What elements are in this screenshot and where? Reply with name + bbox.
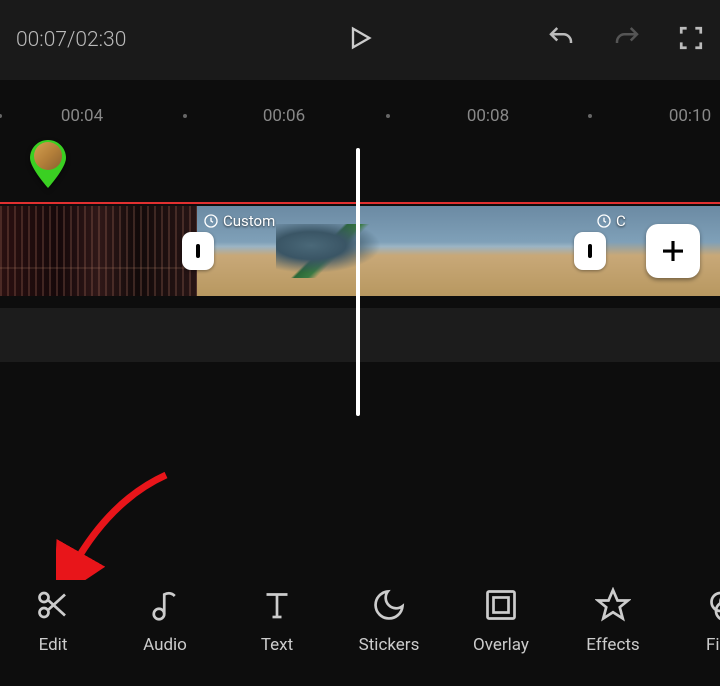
- ruler-tick[interactable]: 00:08: [467, 106, 509, 126]
- text-tool[interactable]: Text: [246, 587, 308, 655]
- selection-line: [0, 202, 720, 204]
- ruler-dot: [0, 114, 2, 118]
- tool-label: Audio: [143, 635, 187, 655]
- tool-label: Text: [261, 635, 293, 655]
- bottom-toolbar: Edit Audio Text Stickers Overlay Effects…: [0, 556, 720, 686]
- undo-button[interactable]: [546, 23, 576, 57]
- timecode: 00:07/02:30: [16, 28, 126, 52]
- effects-tool[interactable]: Effects: [582, 587, 644, 655]
- tool-label: Effects: [586, 635, 639, 655]
- handle-icon: [585, 242, 595, 260]
- clip-1[interactable]: [0, 206, 197, 296]
- clock-icon: [203, 213, 219, 229]
- scissors-icon: [35, 587, 71, 623]
- clock-icon: [596, 213, 612, 229]
- handle-icon: [193, 242, 203, 260]
- clip-tag-label: Custom: [223, 212, 275, 230]
- add-clip-button[interactable]: [646, 224, 700, 278]
- transition-handle-1[interactable]: [182, 232, 214, 270]
- clip-tag: C: [596, 212, 626, 230]
- clip-tag-label: C: [616, 212, 626, 230]
- clip-tag: Custom: [203, 212, 275, 230]
- ruler-tick[interactable]: 00:06: [263, 106, 305, 126]
- redo-icon: [612, 23, 642, 53]
- edit-tool[interactable]: Edit: [22, 587, 84, 655]
- ruler-dot: [386, 114, 390, 118]
- audio-track[interactable]: [0, 308, 720, 362]
- playhead[interactable]: [356, 148, 360, 416]
- overlay-tool[interactable]: Overlay: [470, 587, 532, 655]
- marker-pin[interactable]: [28, 138, 68, 192]
- tool-label: Edit: [39, 635, 68, 655]
- clip-2[interactable]: Custom: [197, 206, 590, 296]
- tool-label: Filter: [706, 635, 720, 655]
- text-icon: [259, 587, 295, 623]
- music-note-icon: [147, 587, 183, 623]
- overlay-icon: [483, 587, 519, 623]
- transition-handle-2[interactable]: [574, 232, 606, 270]
- stickers-icon: [371, 587, 407, 623]
- video-track[interactable]: Custom C: [0, 206, 720, 296]
- redo-button: [612, 23, 642, 57]
- effects-icon: [595, 587, 631, 623]
- ruler-tick[interactable]: 00:10: [669, 106, 711, 126]
- tool-label: Stickers: [359, 635, 420, 655]
- filters-icon: [707, 587, 720, 623]
- stickers-tool[interactable]: Stickers: [358, 587, 420, 655]
- tool-label: Overlay: [473, 635, 529, 655]
- top-right-controls: [546, 23, 704, 57]
- ruler-dot: [183, 114, 187, 118]
- marker-thumbnail: [34, 142, 62, 170]
- fullscreen-icon: [678, 25, 704, 51]
- ruler-tick[interactable]: 00:04: [61, 106, 103, 126]
- play-icon: [346, 24, 374, 52]
- filters-tool[interactable]: Filter: [694, 587, 720, 655]
- time-ruler[interactable]: 00:04 00:06 00:08 00:10: [0, 88, 720, 138]
- play-button[interactable]: [346, 24, 374, 56]
- top-bar: 00:07/02:30: [0, 0, 720, 80]
- fullscreen-button[interactable]: [678, 25, 704, 55]
- audio-tool[interactable]: Audio: [134, 587, 196, 655]
- plus-icon: [658, 236, 688, 266]
- timeline[interactable]: Custom C: [0, 138, 720, 418]
- undo-icon: [546, 23, 576, 53]
- ruler-dot: [588, 114, 592, 118]
